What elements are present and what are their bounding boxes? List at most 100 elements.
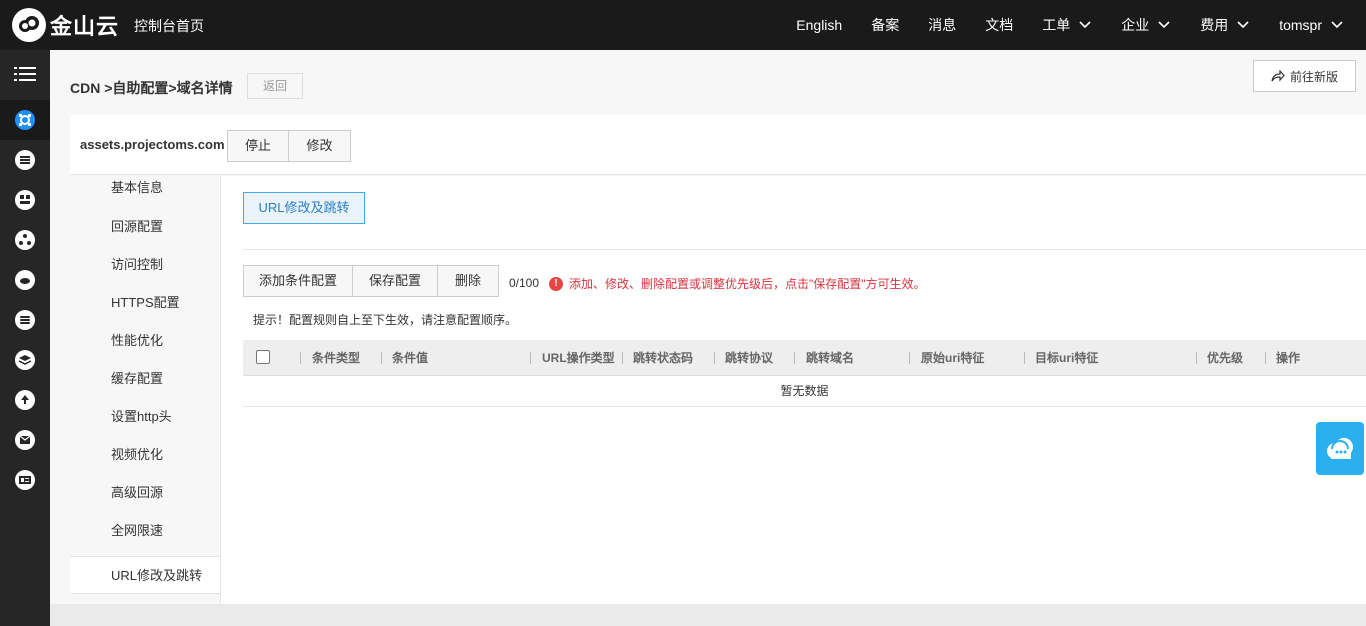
col-redirect-domain: 跳转域名 xyxy=(806,351,855,365)
nav-enterprise[interactable]: 企业 xyxy=(1121,15,1171,35)
table-header: 条件类型 条件值 URL操作类型 跳转状态码 跳转协议 跳转域名 原始uri特征… xyxy=(243,340,1366,376)
edit-button[interactable]: 修改 xyxy=(288,130,351,162)
col-condition-type: 条件类型 xyxy=(312,351,361,365)
empty-table-message: 暂无数据 xyxy=(243,376,1366,407)
nav-user-menu[interactable]: tomspr xyxy=(1279,17,1344,33)
breadcrumb: CDN >自助配置>域名详情 xyxy=(70,80,233,96)
top-navbar: 金山云 控制台首页 English 备案 消息 文档 工单 企业 费用 toms… xyxy=(0,0,1366,50)
nav-beian[interactable]: 备案 xyxy=(871,15,899,35)
sidebar-item-server[interactable] xyxy=(0,140,50,180)
domain-panel: assets.projectoms.com 停止 修改 xyxy=(70,115,1366,175)
domain-name: assets.projectoms.com xyxy=(80,137,225,152)
sidebar-item-cloud[interactable] xyxy=(0,260,50,300)
menu-item-basic-info[interactable]: 基本信息 xyxy=(70,169,220,207)
col-redirect-protocol: 跳转协议 xyxy=(725,351,774,365)
col-condition-value: 条件值 xyxy=(392,351,429,365)
go-new-version-button[interactable]: 前往新版 xyxy=(1253,60,1356,92)
sidebar-item-upload[interactable] xyxy=(0,380,50,420)
add-condition-button[interactable]: 添加条件配置 xyxy=(243,265,353,297)
sidebar-item-idcard[interactable] xyxy=(0,460,50,500)
nav-messages[interactable]: 消息 xyxy=(928,15,956,35)
column-separator xyxy=(381,352,382,364)
cloud-logo-icon xyxy=(12,8,46,42)
upload-icon xyxy=(15,390,35,410)
column-separator xyxy=(530,352,531,364)
support-cloud-icon xyxy=(1327,437,1353,459)
chevron-down-icon xyxy=(1158,21,1170,29)
brand-logo[interactable]: 金山云 xyxy=(12,8,119,42)
col-redirect-status: 跳转状态码 xyxy=(633,351,694,365)
brand-name: 金山云 xyxy=(50,14,120,39)
sidebar-item-network[interactable] xyxy=(0,220,50,260)
username: tomspr xyxy=(1279,17,1322,33)
stop-button[interactable]: 停止 xyxy=(227,130,289,162)
sidebar-item-cdn[interactable] xyxy=(0,100,50,140)
save-warning: ! 添加、修改、删除配置或调整优先级后，点击"保存配置"方可生效。 xyxy=(549,275,926,292)
column-separator xyxy=(300,352,301,364)
console-home-link[interactable]: 控制台首页 xyxy=(134,16,204,36)
chevron-down-icon xyxy=(1079,21,1091,29)
column-separator xyxy=(909,352,910,364)
server-icon xyxy=(15,150,35,170)
menu-item-http-header[interactable]: 设置http头 xyxy=(70,398,220,436)
chevron-down-icon xyxy=(1331,21,1343,29)
back-button[interactable]: 返回 xyxy=(247,73,303,99)
product-sidebar xyxy=(0,50,50,626)
sidebar-item-layers[interactable] xyxy=(0,340,50,380)
cloud-icon xyxy=(15,270,35,290)
column-separator xyxy=(622,352,623,364)
menu-item-https[interactable]: HTTPS配置 xyxy=(70,284,220,322)
delete-button[interactable]: 删除 xyxy=(437,265,499,297)
app-icon xyxy=(15,190,35,210)
menu-item-advanced-origin[interactable]: 高级回源 xyxy=(70,474,220,512)
menu-item-access-control[interactable]: 访问控制 xyxy=(70,246,220,284)
go-new-version-label: 前往新版 xyxy=(1289,69,1338,84)
share-arrow-icon xyxy=(1271,70,1285,82)
database-icon xyxy=(15,310,35,330)
nav-label: 备案 xyxy=(871,17,900,33)
rule-count: 0/100 xyxy=(509,276,540,290)
nav-label: 文档 xyxy=(985,17,1014,33)
layers-icon xyxy=(15,350,35,370)
nav-tickets[interactable]: 工单 xyxy=(1042,15,1092,35)
col-source-uri: 原始uri特征 xyxy=(921,351,985,365)
network-icon xyxy=(15,230,35,250)
config-menu: 基本信息 回源配置 访问控制 HTTPS配置 性能优化 缓存配置 设置http头… xyxy=(70,176,221,606)
floating-support-button[interactable] xyxy=(1316,422,1364,475)
nav-english[interactable]: English xyxy=(796,17,842,33)
chevron-down-icon xyxy=(1237,21,1249,29)
warning-icon: ! xyxy=(549,276,563,291)
menu-item-url-rewrite[interactable]: URL修改及跳转 xyxy=(70,556,220,594)
select-all-checkbox[interactable] xyxy=(256,350,270,364)
nav-label: 消息 xyxy=(928,17,957,33)
sidebar-item-database[interactable] xyxy=(0,300,50,340)
order-tip: 提示！配置规则自上至下生效，请注意配置顺序。 xyxy=(253,313,518,327)
menu-item-performance[interactable]: 性能优化 xyxy=(70,322,220,360)
nav-billing[interactable]: 费用 xyxy=(1200,15,1250,35)
column-separator xyxy=(1265,352,1266,364)
nav-label: 企业 xyxy=(1121,17,1150,33)
sidebar-item-mail[interactable] xyxy=(0,420,50,460)
nav-label: 工单 xyxy=(1042,17,1071,33)
sidebar-item-app[interactable] xyxy=(0,180,50,220)
menu-item-origin-config[interactable]: 回源配置 xyxy=(70,208,220,246)
menu-item-video[interactable]: 视频优化 xyxy=(70,436,220,474)
menu-item-cache[interactable]: 缓存配置 xyxy=(70,360,220,398)
sidebar-menu-toggle[interactable] xyxy=(0,54,50,94)
menu-icon xyxy=(14,67,36,81)
nav-label: 费用 xyxy=(1200,17,1229,33)
url-rewrite-content: URL修改及跳转 添加条件配置 保存配置 删除 0/100 ! 添加、修改、删除… xyxy=(221,176,1366,606)
top-nav: English 备案 消息 文档 工单 企业 费用 tomspr xyxy=(796,0,1366,50)
save-config-button[interactable]: 保存配置 xyxy=(352,265,438,297)
cdn-icon xyxy=(15,110,35,130)
nav-docs[interactable]: 文档 xyxy=(985,15,1013,35)
column-separator xyxy=(794,352,795,364)
col-target-uri: 目标uri特征 xyxy=(1035,351,1099,365)
column-separator xyxy=(1196,352,1197,364)
main-area: CDN >自助配置>域名详情 返回 前往新版 assets.projectoms… xyxy=(50,50,1366,626)
tab-url-rewrite[interactable]: URL修改及跳转 xyxy=(243,192,365,224)
id-card-icon xyxy=(15,470,35,490)
menu-item-rate-limit[interactable]: 全网限速 xyxy=(70,512,220,550)
warning-text: 添加、修改、删除配置或调整优先级后，点击"保存配置"方可生效。 xyxy=(569,277,926,291)
bottom-strip xyxy=(50,604,1366,626)
